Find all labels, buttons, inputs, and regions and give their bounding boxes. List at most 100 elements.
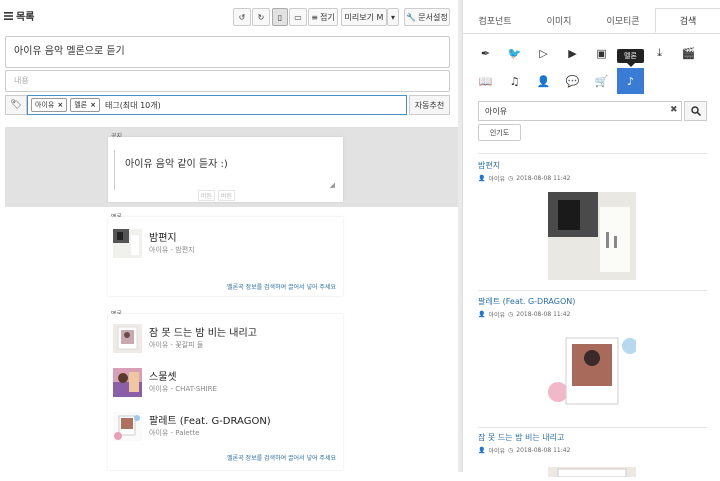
tag-placeholder: 태그(최대 10개) bbox=[104, 100, 161, 110]
result-date: 2018-08-08 11:42 bbox=[516, 311, 571, 318]
twitter-icon[interactable]: 🐦 bbox=[501, 40, 528, 66]
result-date: 2018-08-08 11:42 bbox=[516, 447, 571, 454]
clock-icon: ◷ bbox=[508, 311, 514, 318]
resize-handle-icon[interactable]: ◢ bbox=[330, 181, 335, 189]
undo-icon: ↺ bbox=[238, 12, 246, 22]
result-album-cover[interactable] bbox=[548, 332, 638, 420]
title-input[interactable]: 아이유 음악 멜론으로 듣기 bbox=[5, 36, 450, 68]
tag-row: 🏷 아이유 × 멜론 × 태그(최대 10개) 자동추천 bbox=[5, 95, 450, 115]
result-date: 2018-08-08 11:42 bbox=[516, 175, 571, 182]
melon-tooltip: 멜론 bbox=[617, 49, 644, 67]
auto-recommend-button[interactable]: 자동추천 bbox=[409, 95, 450, 115]
song-artist: 아이유 - CHAT-SHIRE bbox=[149, 385, 217, 393]
monitor-icon: ▭ bbox=[294, 12, 302, 22]
cart-icon[interactable]: 🛒 bbox=[588, 68, 615, 94]
result-author: 아이유 bbox=[488, 176, 506, 183]
album-thumbnail bbox=[113, 368, 142, 397]
redo-button[interactable]: ↻ bbox=[252, 8, 270, 26]
play-icon[interactable]: ▷ bbox=[530, 40, 557, 66]
editor-pane: 목록 ↺ ↻ ▯ ▭ ≡ 접기 미리보기 M ▾ 🔧 문서설정 아이유 음악 멜론으… bbox=[0, 0, 458, 472]
music-icon[interactable]: ♫ bbox=[501, 68, 528, 94]
user-icon: 👤 bbox=[478, 447, 486, 454]
song-item[interactable]: 스물셋 아이유 - CHAT-SHIRE bbox=[108, 363, 343, 403]
search-row: 아이유 ✖ bbox=[478, 101, 707, 121]
song-artist: 아이유 - 꽃갈피 둘 bbox=[149, 341, 204, 349]
notice-card[interactable]: 아이유 음악 같이 듣자 :) ◢ 버튼 버튼 bbox=[108, 137, 343, 202]
album-thumbnail bbox=[113, 229, 142, 258]
undo-button[interactable]: ↺ bbox=[233, 8, 251, 26]
tag-chip: 멜론 × bbox=[70, 98, 100, 112]
book-icon[interactable]: 📖 bbox=[472, 68, 499, 94]
user-icon: 👤 bbox=[478, 311, 486, 318]
result-title[interactable]: 팔레트 (Feat. G-DRAGON) bbox=[478, 296, 575, 307]
mobile-view-button[interactable]: ▯ bbox=[272, 8, 288, 26]
song-item[interactable]: 잠 못 드는 밤 비는 내리고 아이유 - 꽃갈피 둘 bbox=[108, 319, 343, 359]
user-icon: 👤 bbox=[478, 175, 486, 182]
video-icon[interactable]: 🎬 bbox=[675, 40, 702, 66]
list-icon: ≡ bbox=[311, 12, 318, 22]
pen-icon[interactable]: ✒ bbox=[472, 40, 499, 66]
song-artist: 아이유 - 밤편지 bbox=[149, 246, 195, 254]
search-icon bbox=[690, 106, 701, 116]
desktop-view-button[interactable]: ▭ bbox=[289, 8, 307, 26]
result-title[interactable]: 밤편지 bbox=[478, 160, 500, 171]
result-meta: 👤 아이유 ◷ 2018-08-08 11:42 bbox=[478, 310, 570, 319]
tag-chip-label: 아이유 bbox=[35, 101, 55, 109]
result-album-cover[interactable] bbox=[548, 462, 636, 478]
tab-component[interactable]: 컴포넌트 bbox=[463, 8, 527, 33]
panel-tabs: 컴포넌트 이미지 이모티콘 검색 bbox=[463, 8, 720, 34]
mobile-icon: ▯ bbox=[277, 12, 283, 22]
melon-icon[interactable]: ♪ bbox=[617, 68, 644, 94]
search-input[interactable]: 아이유 bbox=[478, 101, 682, 121]
wrench-icon: 🔧 bbox=[406, 12, 417, 22]
fold-button[interactable]: ≡ 접기 bbox=[308, 8, 338, 26]
tag-remove-icon[interactable]: × bbox=[57, 101, 63, 109]
clock-icon: ◷ bbox=[508, 175, 514, 182]
notice-divider bbox=[114, 150, 115, 190]
notice-buttons: 버튼 버튼 bbox=[198, 190, 236, 201]
tab-search[interactable]: 검색 bbox=[655, 8, 720, 33]
editor-toolbar: 목록 ↺ ↻ ▯ ▭ ≡ 접기 미리보기 M ▾ 🔧 문서설정 bbox=[0, 6, 458, 28]
divider bbox=[478, 290, 707, 291]
doc-settings-button[interactable]: 🔧 문서설정 bbox=[404, 8, 450, 26]
result-meta: 👤 아이유 ◷ 2018-08-08 11:42 bbox=[478, 174, 570, 183]
tab-image[interactable]: 이미지 bbox=[527, 8, 591, 33]
song-title: 잠 못 드는 밤 비는 내리고 bbox=[149, 328, 257, 339]
editor-canvas: 공지 아이유 음악 같이 듣자 :) ◢ 버튼 버튼 멜론 밤편지 아이유 - … bbox=[5, 127, 458, 472]
notice-button[interactable]: 버튼 bbox=[218, 190, 236, 201]
chat-icon[interactable]: 💬 bbox=[559, 68, 586, 94]
search-button[interactable] bbox=[684, 101, 707, 121]
album-thumbnail bbox=[113, 324, 142, 353]
divider bbox=[478, 427, 707, 428]
list-button[interactable]: 목록 bbox=[4, 8, 34, 23]
result-title[interactable]: 잠 못 드는 밤 비는 내리고 bbox=[478, 432, 564, 443]
download-icon[interactable]: ⤓ bbox=[646, 40, 673, 66]
fold-label: 접기 bbox=[319, 12, 335, 22]
preview-button[interactable]: 미리보기 M bbox=[341, 8, 387, 26]
tab-emoticon[interactable]: 이모티콘 bbox=[591, 8, 655, 33]
card-footer-hint: 멜론곡 정보를 검색하여 끌어서 넣어 주세요 bbox=[227, 455, 336, 462]
tag-input[interactable]: 아이유 × 멜론 × 태그(최대 10개) bbox=[27, 95, 407, 115]
content-input[interactable]: 내용 bbox=[5, 70, 450, 92]
clear-icon[interactable]: ✖ bbox=[670, 105, 678, 115]
tag-remove-icon[interactable]: × bbox=[90, 101, 96, 109]
song-artist: 아이유 - Palette bbox=[149, 429, 200, 437]
popularity-sort-button[interactable]: 인기도 bbox=[478, 124, 521, 141]
list-label: 목록 bbox=[16, 12, 35, 23]
melon-card[interactable]: 잠 못 드는 밤 비는 내리고 아이유 - 꽃갈피 둘 스물셋 아이유 - CH… bbox=[108, 314, 343, 470]
song-item[interactable]: 밤편지 아이유 - 밤편지 bbox=[108, 224, 343, 264]
album-thumbnail bbox=[113, 412, 142, 441]
notice-button[interactable]: 버튼 bbox=[198, 190, 216, 201]
hamburger-icon bbox=[4, 11, 13, 20]
notice-text[interactable]: 아이유 음악 같이 듣자 :) bbox=[125, 155, 228, 170]
image-icon[interactable]: ▣ bbox=[588, 40, 615, 66]
song-item[interactable]: 팔레트 (Feat. G-DRAGON) 아이유 - Palette bbox=[108, 407, 343, 447]
person-icon[interactable]: 👤 bbox=[530, 68, 557, 94]
youtube-icon[interactable]: ▶ bbox=[559, 40, 586, 66]
song-title: 밤편지 bbox=[149, 233, 177, 244]
song-title: 스물셋 bbox=[149, 372, 177, 383]
melon-card[interactable]: 밤편지 아이유 - 밤편지 멜론곡 정보를 검색하여 끌어서 넣어 주세요 bbox=[108, 217, 343, 296]
result-album-cover[interactable] bbox=[548, 192, 636, 280]
preview-dropdown[interactable]: ▾ bbox=[387, 8, 399, 26]
tag-chip: 아이유 × bbox=[31, 98, 68, 112]
